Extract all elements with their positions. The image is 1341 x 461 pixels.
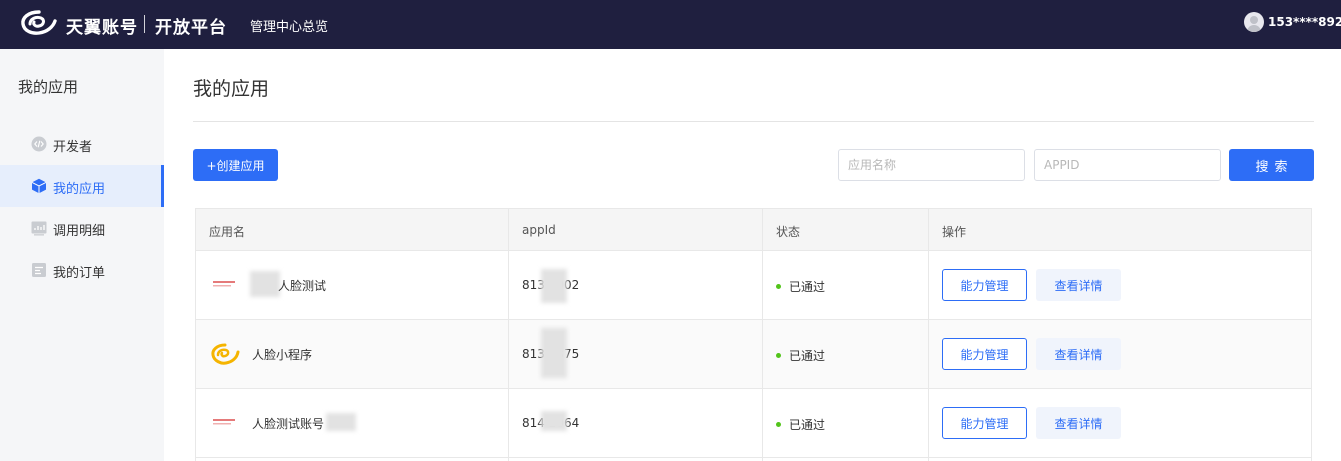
redacted-block — [541, 269, 567, 303]
sidebar-item-label: 调用明细 — [53, 224, 106, 239]
status-text: 已通过 — [789, 280, 826, 294]
nav-dashboard-link[interactable]: 管理中心总览 — [250, 16, 328, 35]
redacted-block — [541, 328, 567, 378]
status-badge: 已通过 — [776, 416, 825, 433]
app-name: 人脸测试 — [278, 279, 327, 293]
sidebar-title: 我的应用 — [18, 78, 79, 96]
column-divider — [762, 209, 763, 461]
tianyi-logo-icon[interactable] — [20, 9, 58, 37]
app-name-search-input[interactable] — [838, 149, 1025, 181]
view-details-button[interactable]: 查看详情 — [1036, 407, 1121, 439]
sidebar-item-label: 我的订单 — [53, 266, 106, 281]
user-avatar-icon[interactable] — [1244, 12, 1264, 32]
column-header-actions: 操作 — [942, 225, 967, 239]
column-header-appid: appId — [522, 223, 556, 237]
redacted-block — [326, 413, 356, 431]
column-divider — [508, 209, 509, 461]
sidebar-item-label: 开发者 — [53, 140, 93, 155]
redacted-block — [250, 271, 280, 297]
platform-title[interactable]: 开放平台 — [155, 13, 227, 38]
chart-icon — [31, 221, 47, 236]
sidebar-item-developer[interactable]: 开发者 — [0, 123, 164, 165]
apps-table: 应用名 appId 状态 操作 人脸测试 813 7002 已通过 能力管理 查… — [195, 208, 1312, 461]
table-row: 人脸测试 813 7002 已通过 能力管理 查看详情 — [196, 251, 1311, 320]
app-name: 人脸测试账号 — [252, 417, 325, 431]
user-account-name[interactable]: 153****8929 — [1268, 15, 1341, 29]
red-text-logo-icon — [213, 419, 235, 425]
cube-icon — [31, 178, 47, 194]
ability-manage-button[interactable]: 能力管理 — [942, 338, 1027, 370]
developer-icon — [31, 136, 47, 152]
top-bar: 天翼账号 开放平台 管理中心总览 153****8929 — [0, 0, 1341, 49]
sidebar-item-call-details[interactable]: 调用明细 — [0, 207, 164, 249]
status-dot-icon — [776, 284, 781, 289]
table-header: 应用名 appId 状态 操作 — [196, 209, 1311, 251]
search-button[interactable]: 搜索 — [1229, 149, 1314, 181]
redacted-block — [541, 411, 567, 431]
column-header-status: 状态 — [776, 225, 801, 239]
order-icon — [32, 263, 46, 277]
brand-title[interactable]: 天翼账号 — [66, 13, 138, 38]
status-dot-icon — [776, 422, 781, 427]
page-title: 我的应用 — [193, 78, 270, 100]
ability-manage-button[interactable]: 能力管理 — [942, 407, 1027, 439]
title-divider — [193, 121, 1314, 122]
column-header-app-name: 应用名 — [209, 225, 246, 239]
yellow-swirl-logo-icon — [211, 343, 240, 365]
sidebar-item-my-apps[interactable]: 我的应用 — [0, 165, 164, 207]
app-name: 人脸小程序 — [252, 348, 313, 362]
brand-divider — [144, 15, 145, 33]
create-app-button[interactable]: +创建应用 — [193, 149, 278, 181]
status-text: 已通过 — [789, 349, 826, 363]
status-text: 已通过 — [789, 418, 826, 432]
appid-search-input[interactable] — [1034, 149, 1221, 181]
view-details-button[interactable]: 查看详情 — [1036, 338, 1121, 370]
status-dot-icon — [776, 353, 781, 358]
column-divider — [928, 209, 929, 461]
sidebar-item-label: 我的应用 — [53, 182, 106, 197]
ability-manage-button[interactable]: 能力管理 — [942, 269, 1027, 301]
status-badge: 已通过 — [776, 347, 825, 364]
sidebar-item-my-orders[interactable]: 我的订单 — [0, 249, 164, 291]
sidebar: 我的应用 开发者 我的应用 调用明细 我的订单 — [0, 49, 164, 461]
status-badge: 已通过 — [776, 278, 825, 295]
view-details-button[interactable]: 查看详情 — [1036, 269, 1121, 301]
table-row: 人脸小程序 813 5375 已通过 能力管理 查看详情 — [196, 320, 1311, 389]
red-text-logo-icon — [213, 281, 235, 287]
table-row: 人脸测试账号 814 2064 已通过 能力管理 查看详情 — [196, 389, 1311, 458]
